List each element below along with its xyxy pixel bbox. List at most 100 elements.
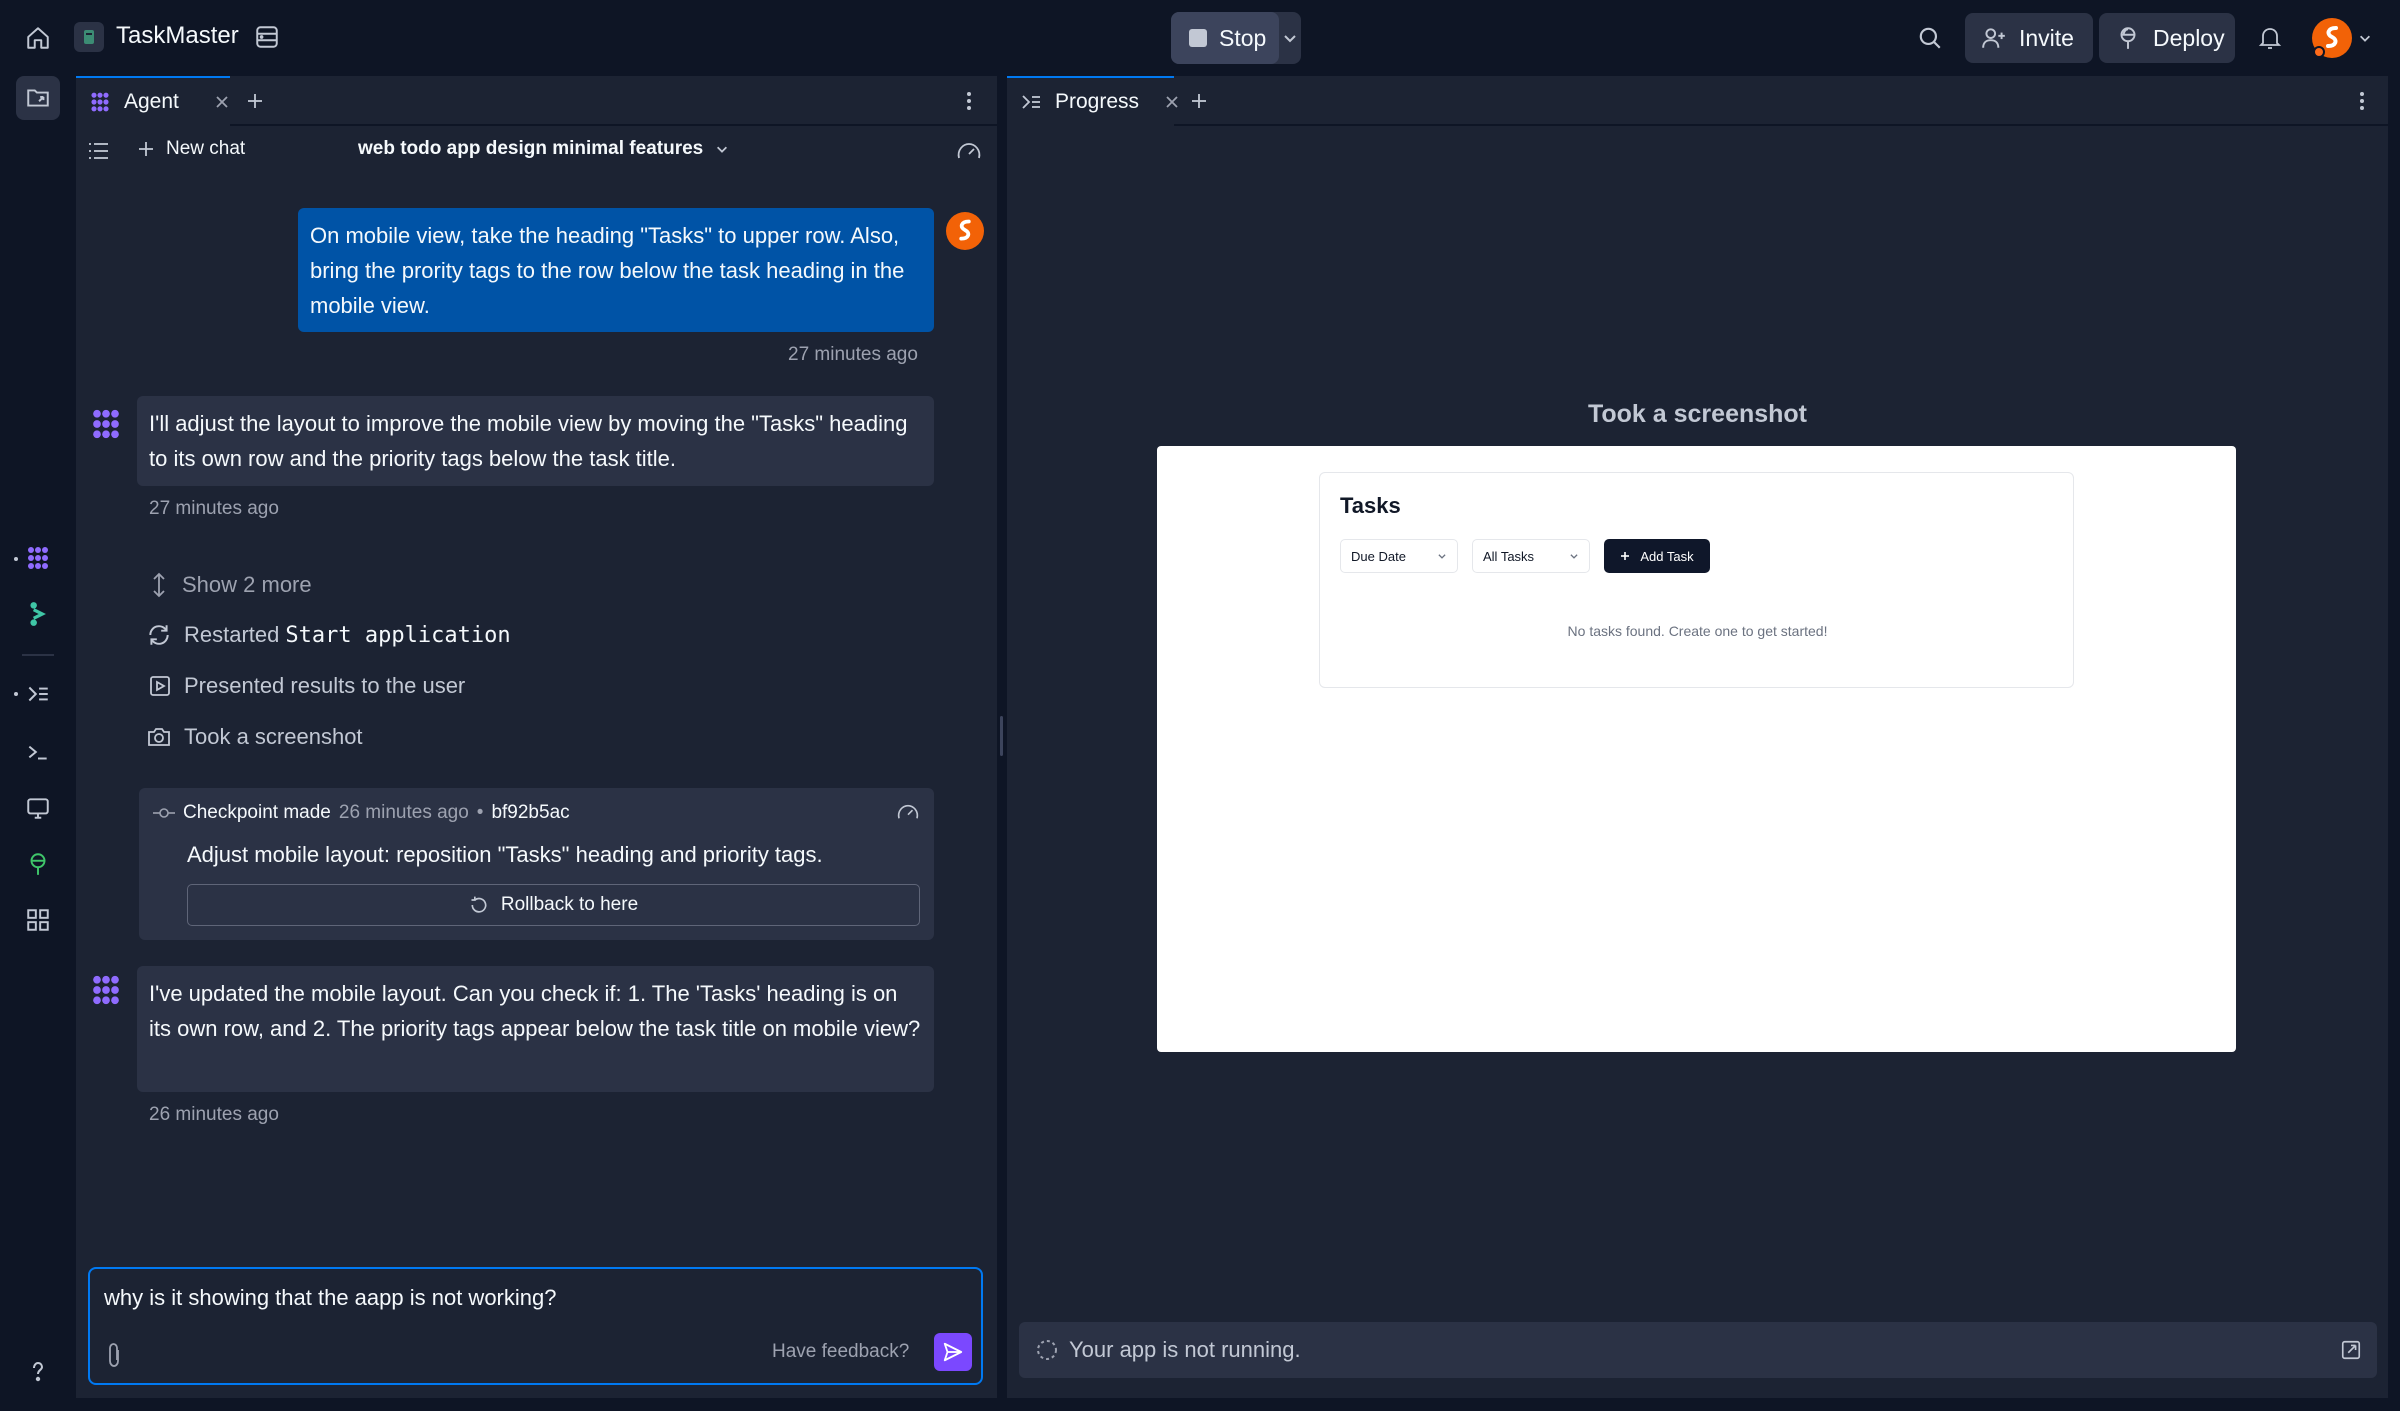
webview-icon[interactable] xyxy=(16,786,60,830)
close-icon[interactable] xyxy=(1165,95,1179,109)
assistant-icon[interactable] xyxy=(16,592,60,636)
agent-message: I'll adjust the layout to improve the mo… xyxy=(137,396,934,486)
preview-filter-label: All Tasks xyxy=(1483,548,1535,564)
splitter-handle[interactable] xyxy=(1000,716,1003,756)
restarted-label: Restarted xyxy=(184,622,280,647)
rollback-label: Rollback to here xyxy=(500,894,639,915)
agent-message-timestamp: 27 minutes ago xyxy=(149,498,279,519)
preview-empty-message: No tasks found. Create one to get starte… xyxy=(1567,623,1828,639)
home-icon[interactable] xyxy=(18,16,58,60)
checkpoint-description: Adjust mobile layout: reposition "Tasks"… xyxy=(187,842,823,867)
app-name[interactable]: TaskMaster xyxy=(116,22,239,50)
active-dot xyxy=(14,557,18,561)
action-presented: Presented results to the user xyxy=(148,673,465,699)
new-chat-label: New chat xyxy=(166,138,246,159)
user-avatar xyxy=(946,212,984,250)
show-more-button[interactable]: Show 2 more xyxy=(148,572,312,598)
preview-add-task-label: Add Task xyxy=(1640,548,1694,564)
avatar[interactable] xyxy=(2312,18,2352,58)
top-bar: TaskMaster Stop Invite Deploy xyxy=(0,0,2400,76)
tab-progress-label: Progress xyxy=(1055,90,1140,113)
add-tab-icon[interactable] xyxy=(1186,88,1212,114)
feedback-link[interactable]: Have feedback? xyxy=(772,1341,909,1363)
checkpoint-time: 26 minutes ago xyxy=(338,802,469,823)
deploy-icon xyxy=(2115,25,2141,51)
screenshot-label: Took a screenshot xyxy=(184,724,363,749)
add-tab-icon[interactable] xyxy=(242,88,268,114)
bell-icon[interactable] xyxy=(2252,20,2288,56)
shell-icon[interactable] xyxy=(16,730,60,774)
stop-icon xyxy=(1189,29,1207,47)
help-icon[interactable] xyxy=(16,1350,60,1394)
checkpoint-header: Checkpoint made 26 minutes ago • bf92b5a… xyxy=(153,802,570,824)
chevron-down-icon xyxy=(1438,554,1446,559)
close-icon[interactable] xyxy=(215,95,229,109)
chat-title-dropdown[interactable]: web todo app design minimal features xyxy=(358,138,729,160)
chevron-down-icon[interactable] xyxy=(1279,12,1301,64)
show-more-label: Show 2 more xyxy=(182,572,312,597)
chat-input-box[interactable]: why is it showing that the aapp is not w… xyxy=(88,1267,983,1385)
stop-label: Stop xyxy=(1219,24,1267,51)
speedometer-icon[interactable] xyxy=(954,138,984,164)
chat-history-icon[interactable] xyxy=(86,138,112,164)
preview-add-task-button: Add Task xyxy=(1604,539,1710,573)
left-rail xyxy=(0,76,76,1411)
checkpoint-card: Checkpoint made 26 minutes ago • bf92b5a… xyxy=(139,788,934,940)
avatar-chevron-icon[interactable] xyxy=(2356,28,2374,48)
action-restarted: Restarted Start application xyxy=(146,622,511,648)
preview-heading: Tasks xyxy=(1340,493,1401,518)
agent-avatar-icon xyxy=(88,406,124,442)
agent-message: I've updated the mobile layout. Can you … xyxy=(137,966,934,1092)
invite-label: Invite xyxy=(2019,24,2074,51)
checkpoint-hash[interactable]: bf92b5ac xyxy=(491,802,569,824)
new-chat-button[interactable]: New chat xyxy=(138,138,245,160)
panel-splitter[interactable] xyxy=(997,76,1007,1398)
stop-button[interactable]: Stop xyxy=(1171,12,1279,64)
screenshot-title: Took a screenshot xyxy=(1587,400,1808,428)
invite-button[interactable]: Invite xyxy=(1965,13,2093,63)
send-button[interactable] xyxy=(934,1333,972,1371)
progress-panel: Progress Took a screenshot Tasks Due Dat… xyxy=(1007,76,2388,1398)
add-user-icon xyxy=(1981,25,2007,51)
user-message-timestamp: 27 minutes ago xyxy=(788,344,918,365)
agent-avatar-icon xyxy=(88,972,124,1008)
all-tools-icon[interactable] xyxy=(16,898,60,942)
plus-icon xyxy=(1621,552,1630,560)
tab-agent[interactable]: Agent xyxy=(76,76,230,126)
agent-message-timestamp: 26 minutes ago xyxy=(149,1104,279,1125)
agent-icon[interactable] xyxy=(16,536,60,580)
screenshot-preview[interactable]: Tasks Due Date All Tasks Add Task No tas… xyxy=(1157,446,2236,1052)
files-icon[interactable] xyxy=(16,76,60,120)
more-options-icon[interactable] xyxy=(2349,88,2375,114)
undo-icon xyxy=(471,896,487,913)
camera-icon xyxy=(148,728,170,746)
preview-sort-label: Due Date xyxy=(1351,548,1406,564)
rail-divider xyxy=(22,654,54,656)
expand-icon xyxy=(153,572,165,598)
chevron-down-icon xyxy=(1570,554,1578,559)
progress-tab-row: Progress xyxy=(1007,76,2388,126)
deploy-button[interactable]: Deploy xyxy=(2099,13,2235,63)
checkpoint-label: Checkpoint made xyxy=(183,802,331,823)
chat-title: web todo app design minimal features xyxy=(358,138,704,159)
tab-progress[interactable]: Progress xyxy=(1007,76,1178,126)
agent-panel: Agent New chat web todo app design minim… xyxy=(76,76,997,1398)
preview-filter-select: All Tasks xyxy=(1472,539,1590,573)
checkpoint-separator: • xyxy=(476,802,484,823)
speedometer-icon[interactable] xyxy=(894,798,922,826)
paperclip-icon[interactable] xyxy=(100,1339,128,1371)
expand-preview-icon[interactable] xyxy=(2337,1336,2365,1364)
more-options-icon[interactable] xyxy=(956,88,982,114)
app-status-bar: Your app is not running. xyxy=(1019,1322,2377,1378)
agent-tab-icon xyxy=(88,90,112,114)
rollback-button[interactable]: Rollback to here xyxy=(187,884,920,926)
database-icon[interactable] xyxy=(250,20,284,54)
repl-icon[interactable] xyxy=(74,22,104,52)
search-icon[interactable] xyxy=(1912,20,1948,56)
send-icon xyxy=(943,1342,963,1362)
chevron-down-icon xyxy=(717,146,728,153)
deployments-icon[interactable] xyxy=(16,842,60,886)
chat-input[interactable]: why is it showing that the aapp is not w… xyxy=(104,1285,556,1311)
progress-icon[interactable] xyxy=(16,672,60,716)
tab-agent-label: Agent xyxy=(124,90,179,113)
